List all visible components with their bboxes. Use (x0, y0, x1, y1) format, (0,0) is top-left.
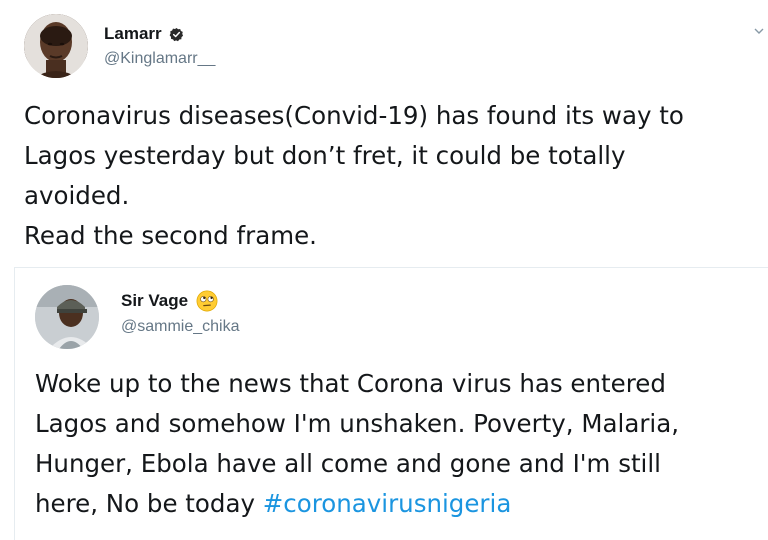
profile-photo-icon (24, 14, 88, 78)
author-handle[interactable]: @sammie_chika (121, 318, 240, 336)
author-name[interactable]: Lamarr (104, 24, 184, 44)
avatar[interactable] (24, 14, 88, 78)
author-name-text: Sir Vage (121, 291, 189, 310)
tweet-text-line: Lagos yesterday but don’t fret, it could… (24, 141, 626, 170)
tweet-text-line: Coronavirus diseases(Convid-19) has foun… (24, 101, 684, 130)
profile-photo-icon (35, 285, 99, 349)
avatar[interactable] (35, 285, 99, 349)
tweet-card-1[interactable]: Lamarr @Kinglamarr__ Coronavirus disease… (0, 0, 768, 265)
tweet-card-2[interactable]: Sir Vage @sammie_chika Woke up to the ne… (14, 267, 768, 540)
hashtag-link[interactable]: #coronavirusnigeria (263, 489, 512, 518)
author-handle[interactable]: @Kinglamarr__ (104, 50, 215, 68)
tweet-text-line: Read the second frame. (24, 221, 317, 250)
tweet-text-line: here, No be today #coronavirusnigeria (35, 484, 679, 524)
chevron-down-icon[interactable] (754, 26, 764, 36)
author-name[interactable]: Sir Vage (121, 290, 218, 312)
verified-badge-icon (169, 27, 183, 41)
tweet-text-line: Lagos and somehow I'm unshaken. Poverty,… (35, 409, 680, 438)
tweet-text-segment: here, No be today (35, 489, 263, 518)
author-name-text: Lamarr (104, 24, 162, 43)
tweet-text: Woke up to the news that Corona virus ha… (35, 364, 679, 524)
tweet-text: Coronavirus diseases(Convid-19) has foun… (24, 96, 684, 256)
tweet-text-line: avoided. (24, 181, 130, 210)
face-with-rolling-eyes-icon (196, 290, 218, 312)
tweet-text-line: Woke up to the news that Corona virus ha… (35, 369, 666, 398)
tweet-text-line: Hunger, Ebola have all come and gone and… (35, 449, 661, 478)
